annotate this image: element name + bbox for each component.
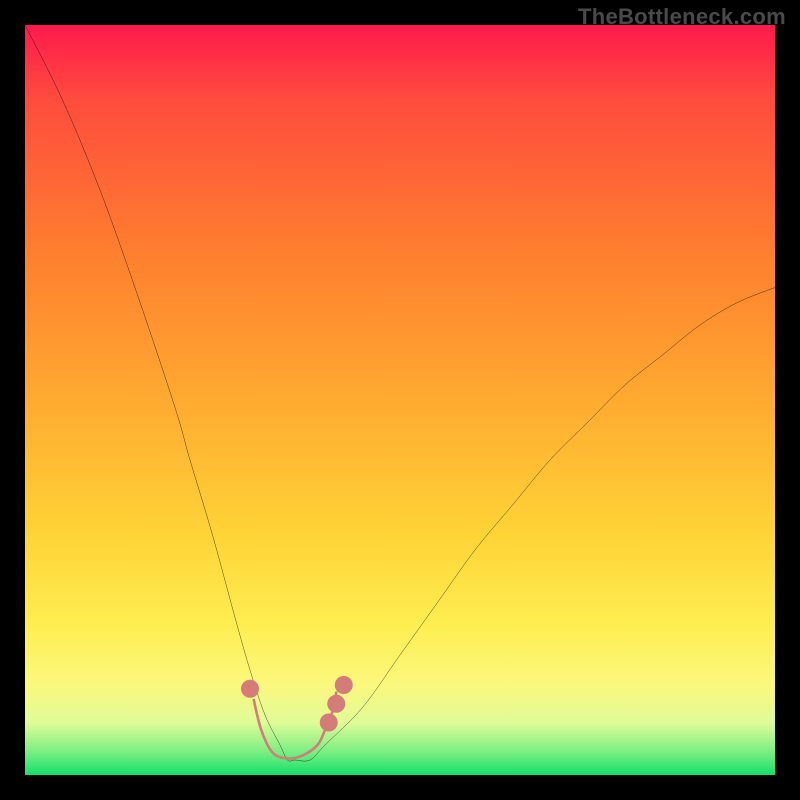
plot-area bbox=[25, 25, 775, 775]
pt-3 bbox=[327, 695, 345, 713]
pt-2 bbox=[320, 714, 338, 732]
pt-4 bbox=[335, 676, 353, 694]
pt-1 bbox=[241, 680, 259, 698]
gradient-background bbox=[25, 25, 775, 775]
chart-svg bbox=[25, 25, 775, 775]
watermark-text: TheBottleneck.com bbox=[578, 4, 786, 30]
chart-frame: TheBottleneck.com bbox=[0, 0, 800, 800]
